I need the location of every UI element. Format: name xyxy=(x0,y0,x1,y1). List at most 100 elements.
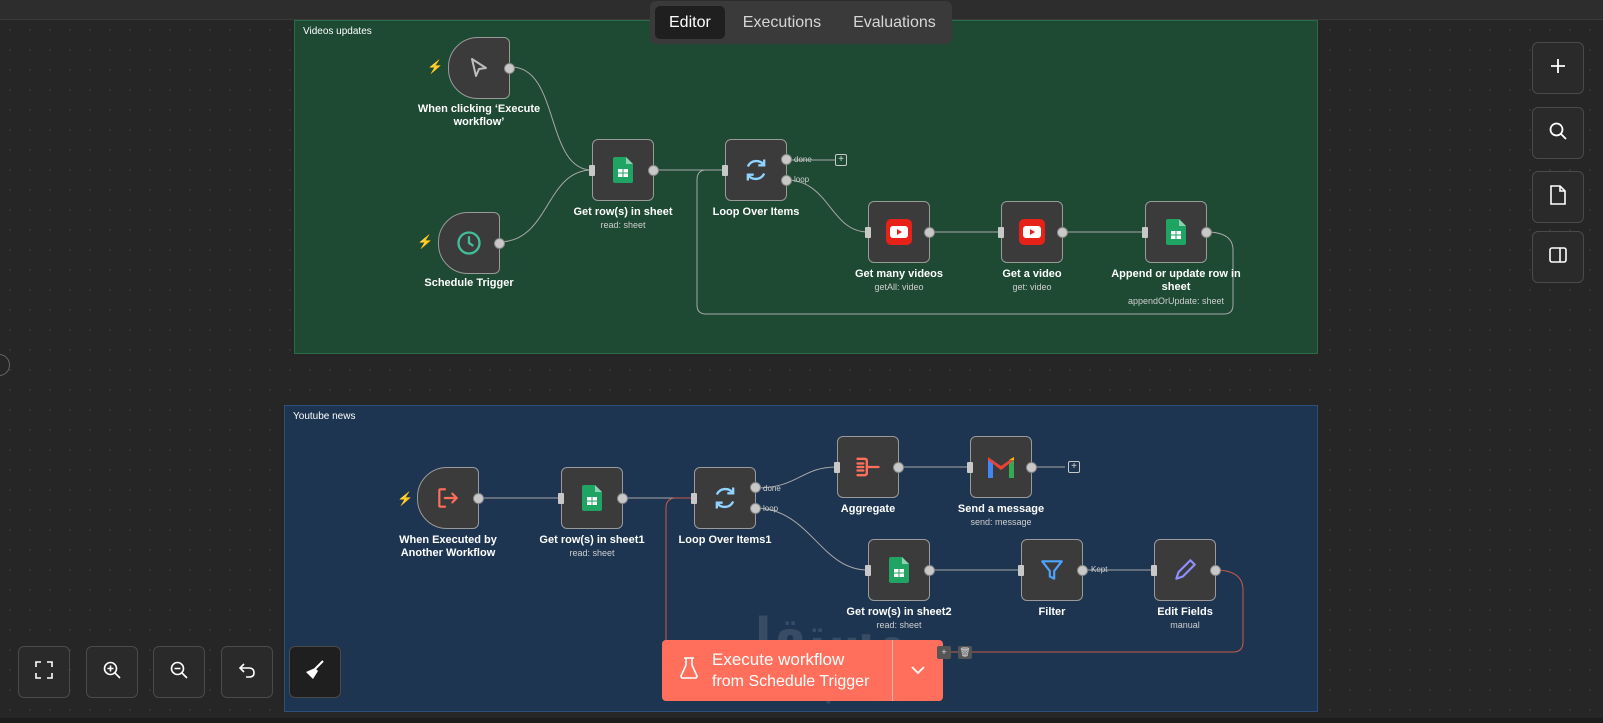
node-schedule-trigger[interactable] xyxy=(438,212,505,274)
fullscreen-icon xyxy=(35,660,53,684)
output-port[interactable] xyxy=(893,462,904,473)
add-node-panel-button[interactable] xyxy=(1532,42,1584,94)
input-port[interactable] xyxy=(558,493,564,504)
tab-editor[interactable]: Editor xyxy=(655,6,725,39)
output-port[interactable] xyxy=(617,493,628,504)
output-port-done[interactable] xyxy=(781,154,792,165)
google-sheets-icon xyxy=(608,155,638,185)
input-port[interactable] xyxy=(691,493,697,504)
node-executed-by-workflow[interactable] xyxy=(417,467,484,529)
loop-icon xyxy=(741,155,771,185)
add-node-button[interactable]: + xyxy=(835,154,847,166)
tidy-up-button[interactable] xyxy=(289,646,341,698)
chevron-down-icon xyxy=(911,662,925,680)
sticky-note-title: Youtube news xyxy=(293,411,356,422)
output-port-loop[interactable] xyxy=(781,175,792,186)
input-port[interactable] xyxy=(589,165,595,176)
input-port[interactable] xyxy=(998,227,1004,238)
output-port-loop[interactable] xyxy=(750,503,761,514)
node-label: Aggregate xyxy=(840,503,896,515)
search-icon xyxy=(1548,121,1568,146)
output-port[interactable] xyxy=(1026,462,1037,473)
node-get-rows-in-sheet2[interactable] xyxy=(865,539,935,601)
youtube-icon xyxy=(884,217,914,247)
node-loop-over-items[interactable] xyxy=(722,139,792,201)
output-port[interactable] xyxy=(1210,565,1221,576)
node-get-rows-in-sheet[interactable] xyxy=(589,139,659,201)
output-port[interactable] xyxy=(473,493,484,504)
port-label-loop: loop xyxy=(794,175,810,184)
search-button[interactable] xyxy=(1532,107,1584,159)
delete-connection-button[interactable]: 🗑 xyxy=(958,646,972,659)
tab-executions[interactable]: Executions xyxy=(729,6,835,39)
node-loop-over-items1[interactable] xyxy=(691,467,761,529)
input-port[interactable] xyxy=(1151,565,1157,576)
node-subtitle: read: sheet xyxy=(569,548,615,558)
output-port[interactable] xyxy=(494,238,505,249)
broom-icon xyxy=(304,659,326,686)
input-port[interactable] xyxy=(865,565,871,576)
node-subtitle: send: message xyxy=(970,517,1032,527)
trigger-select-dropdown[interactable] xyxy=(893,640,943,701)
output-port[interactable] xyxy=(504,63,515,74)
input-port[interactable] xyxy=(722,165,728,176)
node-label: When clicking ‘Execute workflow’ xyxy=(417,103,541,128)
node-subtitle: get: video xyxy=(1012,282,1052,292)
node-subtitle: read: sheet xyxy=(600,220,646,230)
output-port[interactable] xyxy=(1057,227,1068,238)
youtube-icon xyxy=(1017,217,1047,247)
node-label: Append or update row in sheet xyxy=(1111,268,1241,293)
bottom-strip xyxy=(0,718,1603,723)
zoom-out-button[interactable] xyxy=(153,646,205,698)
sticky-note-title: Videos updates xyxy=(303,26,372,37)
input-port[interactable] xyxy=(834,462,840,473)
sticky-note-icon xyxy=(1549,184,1567,210)
zoom-in-button[interactable] xyxy=(86,646,138,698)
plus-icon xyxy=(1549,57,1567,80)
node-subtitle: appendOrUpdate: sheet xyxy=(1127,296,1225,306)
output-port[interactable] xyxy=(1077,565,1088,576)
loop-icon xyxy=(710,483,740,513)
node-label: When Executed by Another Workflow xyxy=(399,534,497,559)
execute-workflow-main[interactable]: Execute workflow from Schedule Trigger xyxy=(662,640,892,701)
edge-handle[interactable] xyxy=(0,354,10,376)
node-filter[interactable] xyxy=(1018,539,1088,601)
tab-evaluations[interactable]: Evaluations xyxy=(839,6,950,39)
undo-button[interactable] xyxy=(221,646,273,698)
node-label: Send a message xyxy=(957,503,1045,515)
node-edit-fields[interactable] xyxy=(1151,539,1221,601)
node-label: Loop Over Items xyxy=(712,206,800,218)
pencil-icon xyxy=(1170,555,1200,585)
node-manual-trigger[interactable] xyxy=(448,37,515,99)
node-label: Get many videos xyxy=(854,268,944,280)
google-sheets-icon xyxy=(1161,217,1191,247)
port-label-done: done xyxy=(763,484,781,493)
add-node-button[interactable]: + xyxy=(1068,461,1080,473)
output-port[interactable] xyxy=(924,227,935,238)
node-subtitle: manual xyxy=(1170,620,1200,630)
node-get-many-videos[interactable] xyxy=(865,201,935,263)
port-label-loop: loop xyxy=(763,504,779,513)
input-port[interactable] xyxy=(865,227,871,238)
node-append-or-update-row[interactable] xyxy=(1142,201,1212,263)
output-port-done[interactable] xyxy=(750,482,761,493)
node-get-a-video[interactable] xyxy=(998,201,1068,263)
input-port[interactable] xyxy=(1142,227,1148,238)
trigger-bolt-icon: ⚡ xyxy=(417,234,434,249)
execute-workflow-button[interactable]: Execute workflow from Schedule Trigger xyxy=(662,640,943,701)
output-port[interactable] xyxy=(648,165,659,176)
fit-view-button[interactable] xyxy=(18,646,70,698)
input-port[interactable] xyxy=(967,462,973,473)
node-get-rows-in-sheet1[interactable] xyxy=(558,467,628,529)
node-send-a-message[interactable] xyxy=(967,436,1037,498)
sticky-note-button[interactable] xyxy=(1532,171,1584,223)
toggle-panel-button[interactable] xyxy=(1532,231,1584,283)
output-port[interactable] xyxy=(924,565,935,576)
node-label: Get row(s) in sheet1 xyxy=(539,534,645,546)
node-aggregate[interactable] xyxy=(834,436,904,498)
port-label-done: done xyxy=(794,155,812,164)
flask-icon xyxy=(680,657,698,684)
add-connection-button[interactable]: + xyxy=(937,646,951,659)
input-port[interactable] xyxy=(1018,565,1024,576)
output-port[interactable] xyxy=(1201,227,1212,238)
